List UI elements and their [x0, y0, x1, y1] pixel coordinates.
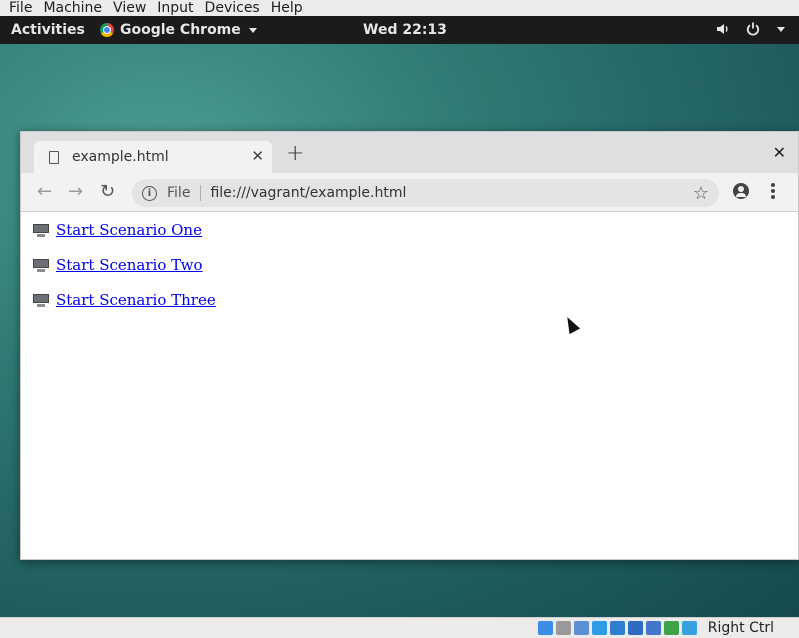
clock[interactable]: Wed 22:13	[363, 22, 447, 38]
computer-icon	[33, 223, 49, 237]
chrome-logo-icon	[100, 23, 114, 37]
tab-close-icon[interactable]: ✕	[251, 147, 264, 165]
url-text[interactable]: file:///vagrant/example.html	[210, 185, 406, 201]
window-close-icon[interactable]: ✕	[773, 143, 786, 162]
divider	[200, 185, 202, 201]
link-label: Start Scenario Two	[56, 256, 203, 274]
optical-drive-icon[interactable]	[556, 621, 571, 635]
volume-icon[interactable]	[715, 21, 731, 37]
scenario-link-two[interactable]: Start Scenario Two	[33, 256, 202, 274]
bookmark-star-icon[interactable]: ☆	[693, 183, 709, 204]
menu-help[interactable]: Help	[267, 0, 310, 16]
network-icon[interactable]	[592, 621, 607, 635]
vbox-menubar: File Machine View Input Devices Help	[0, 0, 799, 16]
forward-arrow-icon[interactable]: →	[68, 182, 83, 202]
menu-input[interactable]: Input	[153, 0, 200, 16]
vbox-status-bar: Right Ctrl	[0, 617, 799, 638]
menu-machine[interactable]: Machine	[39, 0, 109, 16]
link-label: Start Scenario Three	[56, 291, 216, 309]
back-arrow-icon[interactable]: ←	[37, 182, 52, 202]
power-icon[interactable]	[745, 21, 761, 37]
shared-folder-icon[interactable]	[628, 621, 643, 635]
menu-devices[interactable]: Devices	[201, 0, 267, 16]
scenario-link-three[interactable]: Start Scenario Three	[33, 291, 216, 309]
display-icon[interactable]	[646, 621, 661, 635]
computer-icon	[33, 293, 49, 307]
new-tab-button[interactable]: +	[286, 143, 304, 165]
tab-title: example.html	[72, 149, 169, 165]
system-tray[interactable]	[715, 21, 785, 37]
more-vert-icon[interactable]	[771, 183, 775, 199]
status-icons	[538, 621, 697, 635]
tab-example[interactable]: example.html ✕	[34, 141, 272, 173]
usb-icon[interactable]	[610, 621, 625, 635]
host-key-label: Right Ctrl	[707, 620, 774, 636]
app-menu-label: Google Chrome	[120, 22, 241, 38]
menu-view[interactable]: View	[109, 0, 153, 16]
hard-disk-icon[interactable]	[538, 621, 553, 635]
page-content: Start Scenario One Start Scenario Two St…	[21, 212, 798, 559]
recording-icon[interactable]	[664, 621, 679, 635]
tab-strip: example.html ✕ + ✕	[21, 132, 798, 173]
menu-file[interactable]: File	[0, 0, 39, 16]
audio-icon[interactable]	[574, 621, 589, 635]
gnome-top-bar: Activities Google Chrome Wed 22:13	[0, 16, 799, 44]
chevron-down-icon	[248, 27, 257, 33]
document-icon	[49, 150, 59, 164]
scheme-label: File	[167, 185, 191, 201]
browser-toolbar: ← → ↻ i File file:///vagrant/example.htm…	[21, 173, 798, 212]
info-icon[interactable]: i	[142, 185, 157, 201]
address-bar[interactable]: i File file:///vagrant/example.html ☆	[132, 179, 719, 207]
chevron-down-icon	[777, 26, 785, 32]
chrome-window: example.html ✕ + ✕ ← → ↻ i File file:///…	[20, 131, 799, 560]
reload-icon[interactable]: ↻	[100, 182, 115, 202]
mouse-integration-icon[interactable]	[682, 621, 697, 635]
account-icon[interactable]	[733, 183, 749, 199]
activities-button[interactable]: Activities	[11, 22, 85, 38]
scenario-link-one[interactable]: Start Scenario One	[33, 221, 202, 239]
app-menu[interactable]: Google Chrome	[100, 22, 257, 38]
link-label: Start Scenario One	[56, 221, 202, 239]
computer-icon	[33, 258, 49, 272]
